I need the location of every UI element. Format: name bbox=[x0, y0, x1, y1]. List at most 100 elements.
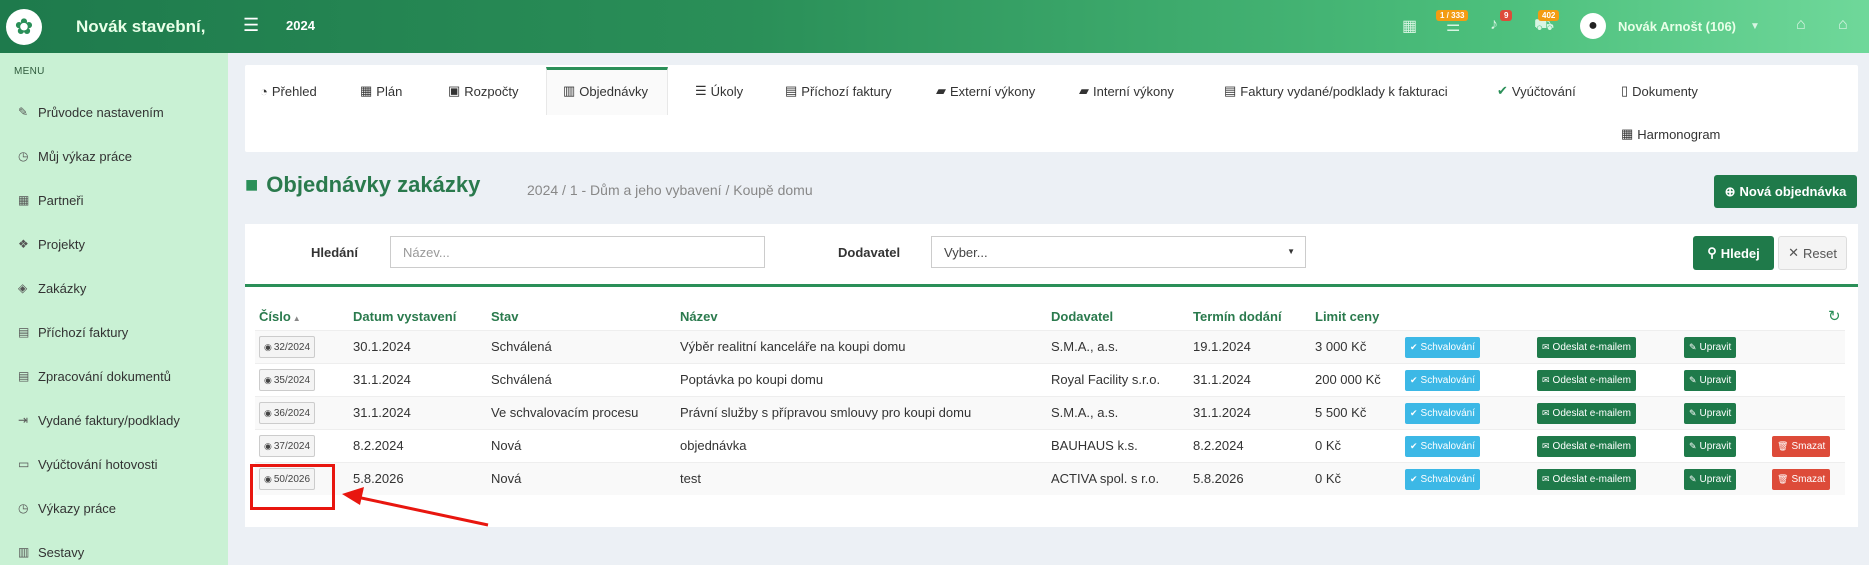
order-number-button[interactable]: ◉ 36/2024 bbox=[259, 402, 316, 424]
send-email-button[interactable]: ✉ Odeslat e-mailem bbox=[1537, 469, 1636, 490]
send-email-label: Odeslat e-mailem bbox=[1552, 408, 1631, 419]
sidebar-item-cash-settlement[interactable]: ▭ Vyúčtování hotovosti bbox=[18, 454, 157, 474]
clock-icon: ◷ bbox=[18, 149, 29, 163]
approve-button[interactable]: ✔ Schvalování bbox=[1405, 469, 1481, 490]
document-icon: ▯ bbox=[1621, 83, 1629, 98]
send-email-button[interactable]: ✉ Odeslat e-mailem bbox=[1537, 436, 1636, 457]
tab-issued-invoices[interactable]: ▤ Faktury vydané/podklady k fakturaci bbox=[1224, 80, 1448, 102]
tab-tasks[interactable]: ☰ Úkoly bbox=[695, 80, 743, 102]
logo[interactable]: ✿ Novák stavební, bbox=[0, 0, 228, 53]
orders-table: Číslo ▲ Datum vystavení Stav Název Dodava… bbox=[245, 284, 1858, 527]
sidebar-item-document-processing[interactable]: ▤ Zpracování dokumentů bbox=[18, 366, 171, 386]
tab-external-work[interactable]: ▰ Externí výkony bbox=[936, 80, 1035, 102]
reset-button-label: Reset bbox=[1802, 245, 1837, 261]
sidebar-item-label: Výkazy práce bbox=[38, 500, 117, 516]
user-name: Novák Arnošt (106) bbox=[1618, 18, 1736, 34]
pencil-icon: ✎ bbox=[1689, 408, 1697, 418]
sidebar-item-my-timesheet[interactable]: ◷ Můj výkaz práce bbox=[18, 146, 132, 166]
calendar-icon: ▦ bbox=[360, 83, 373, 98]
sidebar-item-issued-invoices[interactable]: ⇥ Vydané faktury/podklady bbox=[18, 410, 180, 430]
new-order-button[interactable]: ⊕ Nová objednávka bbox=[1714, 175, 1857, 208]
reset-button[interactable]: ✕ Reset bbox=[1778, 236, 1847, 270]
close-icon: ✕ bbox=[1788, 245, 1799, 260]
tab-plan[interactable]: ▦ Plán bbox=[360, 80, 402, 102]
edit-button[interactable]: ✎ Upravit bbox=[1684, 469, 1737, 490]
check-circle-icon: ✔ bbox=[1410, 441, 1418, 451]
table-row: ◉ 36/2024 31.1.2024 Ve schvalovacím proce… bbox=[255, 396, 1845, 429]
pencil-icon: ✎ bbox=[1689, 375, 1697, 385]
send-email-label: Odeslat e-mailem bbox=[1552, 474, 1631, 485]
tab-internal-work[interactable]: ▰ Interní výkony bbox=[1079, 80, 1174, 102]
approve-button[interactable]: ✔ Schvalování bbox=[1405, 403, 1481, 424]
tab-budgets[interactable]: ▣ Rozpočty bbox=[448, 80, 519, 102]
tab-schedule[interactable]: ▦ Harmonogram bbox=[1621, 123, 1720, 145]
send-email-button[interactable]: ✉ Odeslat e-mailem bbox=[1537, 370, 1636, 391]
column-header-date[interactable]: Datum vystavení bbox=[353, 309, 456, 324]
edit-button[interactable]: ✎ Upravit bbox=[1684, 436, 1737, 457]
sidebar-item-timesheets[interactable]: ◷ Výkazy práce bbox=[18, 498, 116, 518]
file-edit-icon: ▤ bbox=[18, 369, 30, 383]
building-icon: ▦ bbox=[18, 193, 30, 207]
cell-name: objednávka bbox=[680, 438, 747, 453]
sidebar-item-orders[interactable]: ◈ Zakázky bbox=[18, 278, 86, 298]
send-email-button[interactable]: ✉ Odeslat e-mailem bbox=[1537, 403, 1636, 424]
column-header-limit[interactable]: Limit ceny bbox=[1315, 309, 1379, 324]
tab-overview[interactable]: ◔ Přehled bbox=[260, 80, 317, 102]
menu-toggle-icon[interactable]: ☰ bbox=[243, 15, 259, 36]
delete-label: Smazat bbox=[1791, 441, 1826, 452]
tab-documents[interactable]: ▯ Dokumenty bbox=[1621, 80, 1698, 102]
column-header-supplier[interactable]: Dodavatel bbox=[1051, 309, 1113, 324]
year-selector[interactable]: 2024 bbox=[286, 18, 315, 33]
approve-label: Schvalování bbox=[1420, 408, 1476, 419]
approve-button[interactable]: ✔ Schvalování bbox=[1405, 337, 1481, 358]
column-header-number[interactable]: Číslo ▲ bbox=[259, 309, 301, 324]
home-icon[interactable]: ⌂ bbox=[1838, 16, 1848, 34]
order-number-button[interactable]: ◉ 32/2024 bbox=[259, 336, 316, 358]
page-title-text: Objednávky zakázky bbox=[266, 172, 481, 197]
chevron-down-icon: ▼ bbox=[1750, 20, 1760, 32]
chart-icon: ▥ bbox=[18, 545, 30, 559]
search-input[interactable]: Název... bbox=[390, 236, 765, 268]
tab-orders[interactable]: ▥ Objednávky bbox=[563, 80, 648, 102]
pencil-icon: ✎ bbox=[1689, 474, 1697, 484]
top-bar: ✿ Novák stavební, ☰ 2024 ▦ ☰ 1 / 333 ♪ 9… bbox=[0, 0, 1869, 53]
column-header-status[interactable]: Stav bbox=[491, 309, 518, 324]
approve-button[interactable]: ✔ Schvalování bbox=[1405, 436, 1481, 457]
list-icon: ☰ bbox=[695, 83, 707, 98]
cell-supplier: ACTIVA spol. s r.o. bbox=[1051, 471, 1160, 486]
edit-button[interactable]: ✎ Upravit bbox=[1684, 403, 1737, 424]
delete-button[interactable]: 🗑 Smazat bbox=[1772, 436, 1831, 457]
refresh-icon[interactable]: ↻ bbox=[1828, 307, 1841, 325]
calendar-icon[interactable]: ▦ bbox=[1402, 16, 1417, 36]
bell-icon[interactable]: ♪ bbox=[1490, 16, 1498, 34]
envelope-icon: ✉ bbox=[1542, 375, 1550, 385]
approve-button[interactable]: ✔ Schvalování bbox=[1405, 370, 1481, 391]
order-number-button[interactable]: ◉ 37/2024 bbox=[259, 435, 316, 457]
user-menu[interactable]: ● Novák Arnošt (106) ▼ bbox=[1580, 13, 1760, 39]
sidebar-item-partners[interactable]: ▦ Partneři bbox=[18, 190, 84, 210]
sidebar-item-label: Sestavy bbox=[38, 544, 85, 560]
approve-label: Schvalování bbox=[1420, 474, 1476, 485]
order-number-button[interactable]: ◉ 35/2024 bbox=[259, 369, 316, 391]
delete-button[interactable]: 🗑 Smazat bbox=[1772, 469, 1831, 490]
supplier-select-value: Vyber... bbox=[944, 244, 988, 260]
supplier-select[interactable]: Vyber... ▼ bbox=[931, 236, 1306, 268]
send-email-button[interactable]: ✉ Odeslat e-mailem bbox=[1537, 337, 1636, 358]
tab-settlement[interactable]: ✔ Vyúčtování bbox=[1497, 80, 1576, 102]
sidebar-item-reports[interactable]: ▥ Sestavy bbox=[18, 542, 84, 562]
cell-deadline: 5.8.2026 bbox=[1193, 471, 1244, 486]
column-header-name[interactable]: Název bbox=[680, 309, 718, 324]
cell-name: Poptávka po koupi domu bbox=[680, 372, 824, 387]
column-header-deadline[interactable]: Termín dodání bbox=[1193, 309, 1282, 324]
sidebar-item-setup-guide[interactable]: ✎ Průvodce nastavením bbox=[18, 102, 164, 122]
bank-icon[interactable]: ⌂ bbox=[1796, 16, 1806, 34]
edit-button[interactable]: ✎ Upravit bbox=[1684, 370, 1737, 391]
search-button[interactable]: ⚲ Hledej bbox=[1693, 236, 1774, 270]
edit-button[interactable]: ✎ Upravit bbox=[1684, 337, 1737, 358]
clock-icon: ◷ bbox=[18, 501, 29, 515]
sidebar-item-projects[interactable]: ❖ Projekty bbox=[18, 234, 85, 254]
sidebar-item-incoming-invoices[interactable]: ▤ Příchozí faktury bbox=[18, 322, 128, 342]
new-order-label: Nová objednávka bbox=[1739, 184, 1847, 199]
pencil-icon: ✎ bbox=[18, 105, 29, 119]
tab-incoming-invoices[interactable]: ▤ Příchozí faktury bbox=[785, 80, 892, 102]
